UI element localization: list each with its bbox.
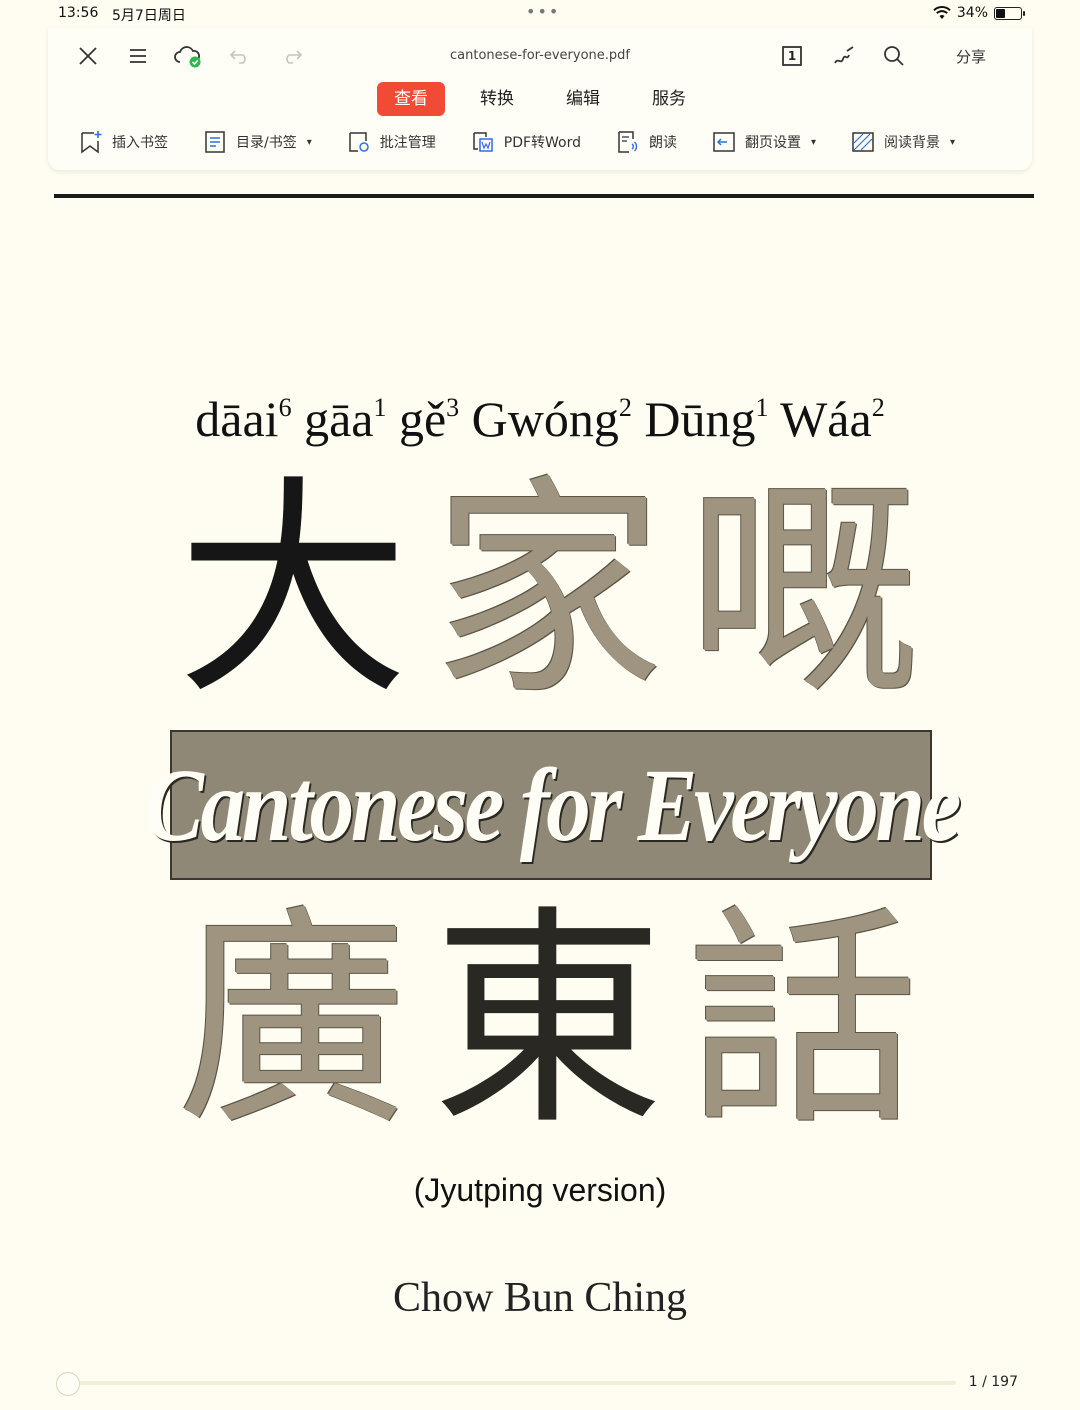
romanization-line: dāai6 gāa1 gě3 Gwóng2 Dūng1 Wáa2 xyxy=(0,390,1080,448)
reading-background-icon xyxy=(852,132,874,152)
status-right: 34% xyxy=(933,5,1025,21)
multitask-dots-icon[interactable]: ••• xyxy=(526,2,560,21)
wifi-icon xyxy=(933,6,951,19)
pdf-to-word-icon xyxy=(473,132,493,152)
page-top-rule xyxy=(54,194,1034,198)
toc-icon xyxy=(205,131,225,153)
battery-percent: 34% xyxy=(956,5,988,21)
pdf-to-word-button[interactable]: PDF转Word xyxy=(470,128,581,156)
status-bar: 13:56 5月7日周日 ••• 34% xyxy=(0,0,1080,28)
chinese-character: 話 xyxy=(686,886,919,1156)
battery-icon xyxy=(994,6,1025,20)
annotation-manager-button[interactable]: 批注管理 xyxy=(346,128,436,156)
tab-edit[interactable]: 编辑 xyxy=(549,82,617,116)
annotation-manager-label: 批注管理 xyxy=(379,135,436,151)
tab-services[interactable]: 服务 xyxy=(635,82,703,116)
status-date: 5月7日周日 xyxy=(112,8,186,24)
read-aloud-button[interactable]: 朗读 xyxy=(615,128,677,156)
pdf-page: dāai6 gāa1 gě3 Gwóng2 Dūng1 Wáa2 大 家 嘅 C… xyxy=(0,200,1080,1360)
chinese-character: 家 xyxy=(431,456,664,726)
chevron-down-icon: ▾ xyxy=(306,136,312,148)
status-time: 13:56 xyxy=(58,5,99,21)
pdf-to-word-label: PDF转Word xyxy=(503,135,582,151)
insert-bookmark-label: 插入书签 xyxy=(112,135,168,151)
romanization-syllable: dāai xyxy=(195,391,279,447)
romanization-syllable: gě xyxy=(398,391,447,447)
chinese-character: 廣 xyxy=(176,886,409,1156)
page-turn-settings-label: 翻页设置 xyxy=(745,135,802,151)
version-subtitle: (Jyutping version) xyxy=(413,1172,667,1208)
chevron-down-icon: ▾ xyxy=(950,136,956,148)
top-toolbar: cantonese-for-everyone.pdf 1 分享 xyxy=(48,38,1032,74)
romanization-syllable: gāa xyxy=(304,391,374,447)
tool-row: 插入书签 目录/书签 ▾ 批注管理 PDF转Word 朗读 翻页设置 ▾ 阅读背… xyxy=(78,128,955,156)
toc-bookmark-button[interactable]: 目录/书签 ▾ xyxy=(202,128,312,156)
tone-number: 1 xyxy=(755,393,769,422)
reading-background-label: 阅读背景 xyxy=(884,135,941,151)
tone-number: 2 xyxy=(618,393,632,422)
romanization-syllable: Gwóng xyxy=(471,391,619,447)
annotation-icon xyxy=(349,132,369,152)
tone-number: 2 xyxy=(871,393,885,422)
chinese-character: 嘅 xyxy=(686,456,919,726)
page-turn-icon xyxy=(713,132,735,152)
chevron-down-icon: ▾ xyxy=(811,136,817,148)
handwriting-icon[interactable] xyxy=(826,38,862,74)
page-scroll-thumb[interactable] xyxy=(56,1372,80,1396)
author-name: Chow Bun Ching xyxy=(392,1275,688,1321)
tab-view[interactable]: 查看 xyxy=(377,82,445,116)
page-indicator: 1 / 197 xyxy=(968,1374,1018,1390)
read-aloud-icon xyxy=(618,131,638,153)
read-aloud-label: 朗读 xyxy=(649,135,678,151)
bookmark-add-icon xyxy=(81,131,102,154)
tab-convert[interactable]: 转换 xyxy=(463,82,531,116)
chinese-character: 東 xyxy=(431,886,664,1156)
tab-bar: 查看 转换 编辑 服务 xyxy=(48,82,1032,116)
english-title: Cantonese for Everyone xyxy=(144,747,961,863)
reading-background-button[interactable]: 阅读背景 ▾ xyxy=(850,128,955,156)
page-view-button[interactable]: 1 xyxy=(774,38,810,74)
page-view-label: 1 xyxy=(787,49,797,63)
title-banner: Cantonese for Everyone xyxy=(144,730,961,880)
romanization-syllable: Dūng xyxy=(644,391,756,447)
romanization-syllable: Wáa xyxy=(780,391,872,447)
chinese-title-bottom: 廣 東 話 xyxy=(168,896,928,1146)
page-turn-settings-button[interactable]: 翻页设置 ▾ xyxy=(711,128,816,156)
search-icon[interactable] xyxy=(876,38,912,74)
tone-number: 3 xyxy=(446,393,460,422)
share-button[interactable]: 分享 xyxy=(956,46,986,67)
tone-number: 1 xyxy=(373,393,387,422)
chinese-character: 大 xyxy=(176,456,409,726)
insert-bookmark-button[interactable]: 插入书签 xyxy=(78,128,168,156)
tone-number: 6 xyxy=(278,393,292,422)
toolbar: cantonese-for-everyone.pdf 1 分享 查看 转换 编辑… xyxy=(48,28,1032,170)
toc-bookmark-label: 目录/书签 xyxy=(236,135,297,151)
page-scroll-track[interactable] xyxy=(56,1381,956,1385)
chinese-title-top: 大 家 嘅 xyxy=(168,466,928,716)
